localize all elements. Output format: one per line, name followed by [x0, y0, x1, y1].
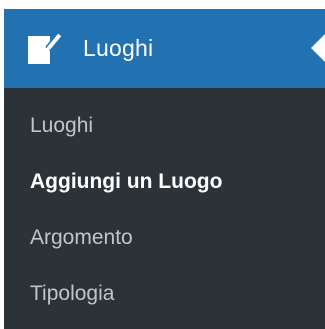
- menu-item-luoghi[interactable]: Luoghi: [4, 9, 325, 88]
- submenu-item-argomento[interactable]: Argomento: [4, 210, 325, 266]
- submenu-item-tipologia[interactable]: Tipologia: [4, 266, 325, 322]
- edit-post-icon: [28, 31, 63, 64]
- submenu-item-luoghi[interactable]: Luoghi: [4, 98, 325, 154]
- admin-sidebar-frame: Luoghi Luoghi Aggiungi un Luogo Argoment…: [0, 0, 325, 329]
- admin-menu: Luoghi Luoghi Aggiungi un Luogo Argoment…: [4, 9, 325, 329]
- menu-title: Luoghi: [83, 35, 154, 61]
- submenu: Luoghi Aggiungi un Luogo Argomento Tipol…: [4, 98, 325, 322]
- submenu-item-aggiungi-un-luogo[interactable]: Aggiungi un Luogo: [4, 154, 325, 210]
- current-menu-pointer: [311, 34, 325, 62]
